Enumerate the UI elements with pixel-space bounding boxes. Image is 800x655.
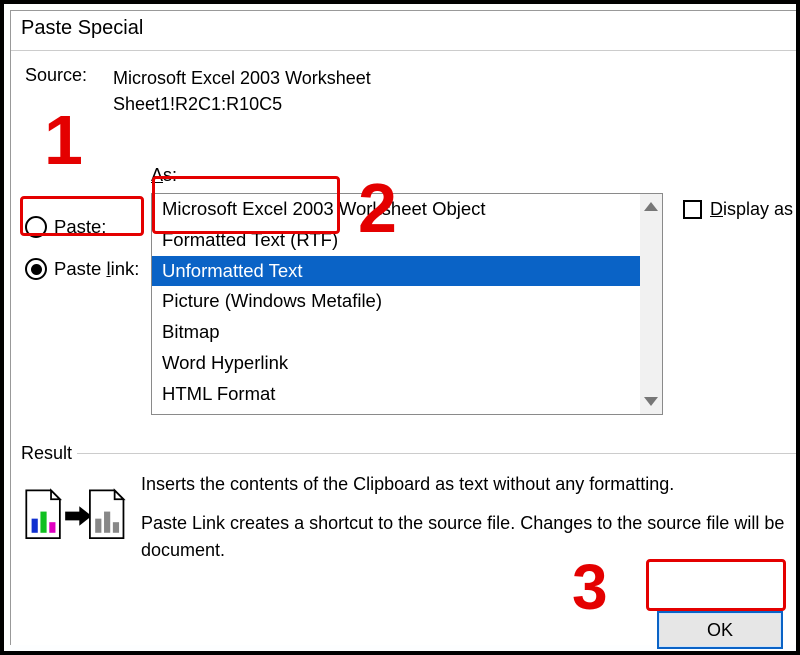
listbox-item[interactable]: Picture (Windows Metafile) — [152, 286, 640, 317]
radio-paste[interactable]: Paste: — [25, 206, 155, 248]
checkbox-icon — [683, 200, 702, 219]
ok-button[interactable]: OK — [657, 611, 783, 649]
display-as-icon-label: Display as ico — [710, 199, 800, 220]
radio-paste-label: Paste: — [54, 216, 106, 238]
paste-special-screenshot: Paste Special Source: Microsoft Excel 20… — [0, 0, 800, 655]
listbox-item[interactable]: HTML Format — [152, 379, 640, 410]
paste-special-dialog: Paste Special Source: Microsoft Excel 20… — [10, 10, 798, 645]
as-label-rest: s: — [163, 165, 177, 185]
paste-link-result-icon — [21, 481, 127, 551]
as-listbox[interactable]: Microsoft Excel 2003 Worksheet ObjectFor… — [151, 193, 663, 415]
source-values: Microsoft Excel 2003 Worksheet Sheet1!R2… — [113, 65, 371, 117]
listbox-item[interactable]: Unformatted Unicode Text — [152, 410, 640, 415]
radio-paste-link-label: Paste link: — [54, 258, 139, 280]
result-text-1: Inserts the contents of the Clipboard as… — [141, 471, 794, 498]
listbox-item[interactable]: Word Hyperlink — [152, 348, 640, 379]
as-label: As: — [151, 165, 177, 186]
listbox-item[interactable]: Microsoft Excel 2003 Worksheet Object — [152, 194, 640, 225]
dialog-body: Source: Microsoft Excel 2003 Worksheet S… — [11, 51, 798, 117]
result-divider — [77, 453, 798, 454]
listbox-item[interactable]: Unformatted Text — [152, 256, 640, 287]
source-value-2: Sheet1!R2C1:R10C5 — [113, 91, 371, 117]
paste-mode-radios: Paste: Paste link: — [25, 206, 155, 290]
source-value-1: Microsoft Excel 2003 Worksheet — [113, 65, 371, 91]
dialog-title: Paste Special — [11, 11, 798, 51]
source-row: Source: Microsoft Excel 2003 Worksheet S… — [21, 61, 788, 117]
as-label-ul: A — [151, 165, 163, 185]
result-body: Inserts the contents of the Clipboard as… — [21, 467, 794, 576]
result-text-2: Paste Link creates a shortcut to the sou… — [141, 510, 794, 564]
scroll-down-icon[interactable] — [644, 397, 658, 406]
result-group-label: Result — [21, 443, 72, 464]
listbox-item[interactable]: Formatted Text (RTF) — [152, 225, 640, 256]
listbox-scrollbar[interactable] — [640, 194, 662, 414]
radio-paste-link[interactable]: Paste link: — [25, 248, 155, 290]
listbox-item[interactable]: Bitmap — [152, 317, 640, 348]
display-as-icon-checkbox[interactable]: Display as ico — [683, 199, 800, 220]
listbox-items: Microsoft Excel 2003 Worksheet ObjectFor… — [152, 194, 640, 414]
result-text: Inserts the contents of the Clipboard as… — [141, 467, 794, 576]
source-label: Source: — [25, 65, 97, 117]
radio-icon — [25, 216, 47, 238]
scroll-up-icon[interactable] — [644, 202, 658, 211]
radio-icon — [25, 258, 47, 280]
